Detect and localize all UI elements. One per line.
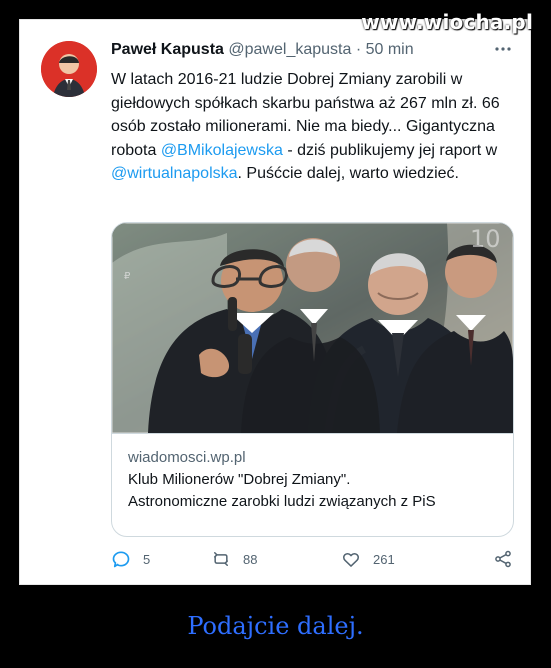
tweet-header: Paweł Kapusta @pawel_kapusta · 50 min [111, 40, 511, 60]
watermark: www.wiocha.pl [361, 10, 533, 34]
caption-text: Podajcie dalej. [187, 612, 364, 640]
link-preview-meta[interactable]: wiadomosci.wp.pl Klub Milionerów "Dobrej… [112, 433, 513, 536]
avatar[interactable] [41, 41, 97, 97]
retweet-count: 88 [243, 551, 258, 567]
mention-link[interactable]: @wirtualnapolska [111, 165, 238, 182]
retweet-button[interactable]: 88 [211, 547, 257, 571]
tweet-actions: 5 88 261 [111, 547, 523, 571]
link-preview-image[interactable]: ₽ 10 [112, 223, 513, 433]
timestamp[interactable]: 50 min [366, 41, 414, 58]
link-description[interactable]: Astronomiczne zarobki ludzi związanych z… [128, 491, 497, 513]
tweet-text-part: - dziś publikujemy jej raport w [282, 141, 498, 159]
more-icon[interactable] [494, 40, 512, 61]
svg-text:10: 10 [470, 225, 501, 253]
link-preview-card[interactable]: ₽ 10 wiadomosci.wp.pl Klub Milionerów "D… [111, 222, 514, 537]
separator-dot: · [355, 41, 362, 58]
reply-button[interactable]: 5 [111, 547, 150, 571]
tweet-text: W latach 2016-21 ludzie Dobrej Zmiany za… [111, 68, 523, 186]
share-icon[interactable] [493, 549, 513, 569]
mention-link[interactable]: @BMikolajewska [161, 142, 283, 159]
link-domain[interactable]: wiadomosci.wp.pl [128, 447, 497, 469]
tweet-card: Paweł Kapusta @pawel_kapusta · 50 min W … [19, 19, 531, 585]
reply-count: 5 [143, 551, 151, 567]
link-title[interactable]: Klub Milionerów "Dobrej Zmiany". [128, 469, 497, 491]
like-button[interactable]: 261 [341, 547, 395, 571]
share-button[interactable] [493, 547, 513, 571]
svg-text:₽: ₽ [124, 271, 131, 282]
heart-icon[interactable] [341, 549, 361, 569]
tweet-text-part: . Puśćcie dalej, warto wiedzieć. [237, 165, 459, 182]
reply-icon[interactable] [111, 549, 131, 569]
author-name[interactable]: Paweł Kapusta [111, 41, 224, 58]
author-handle[interactable]: @pawel_kapusta [228, 41, 351, 58]
retweet-icon[interactable] [211, 549, 231, 569]
like-count: 261 [373, 551, 395, 567]
